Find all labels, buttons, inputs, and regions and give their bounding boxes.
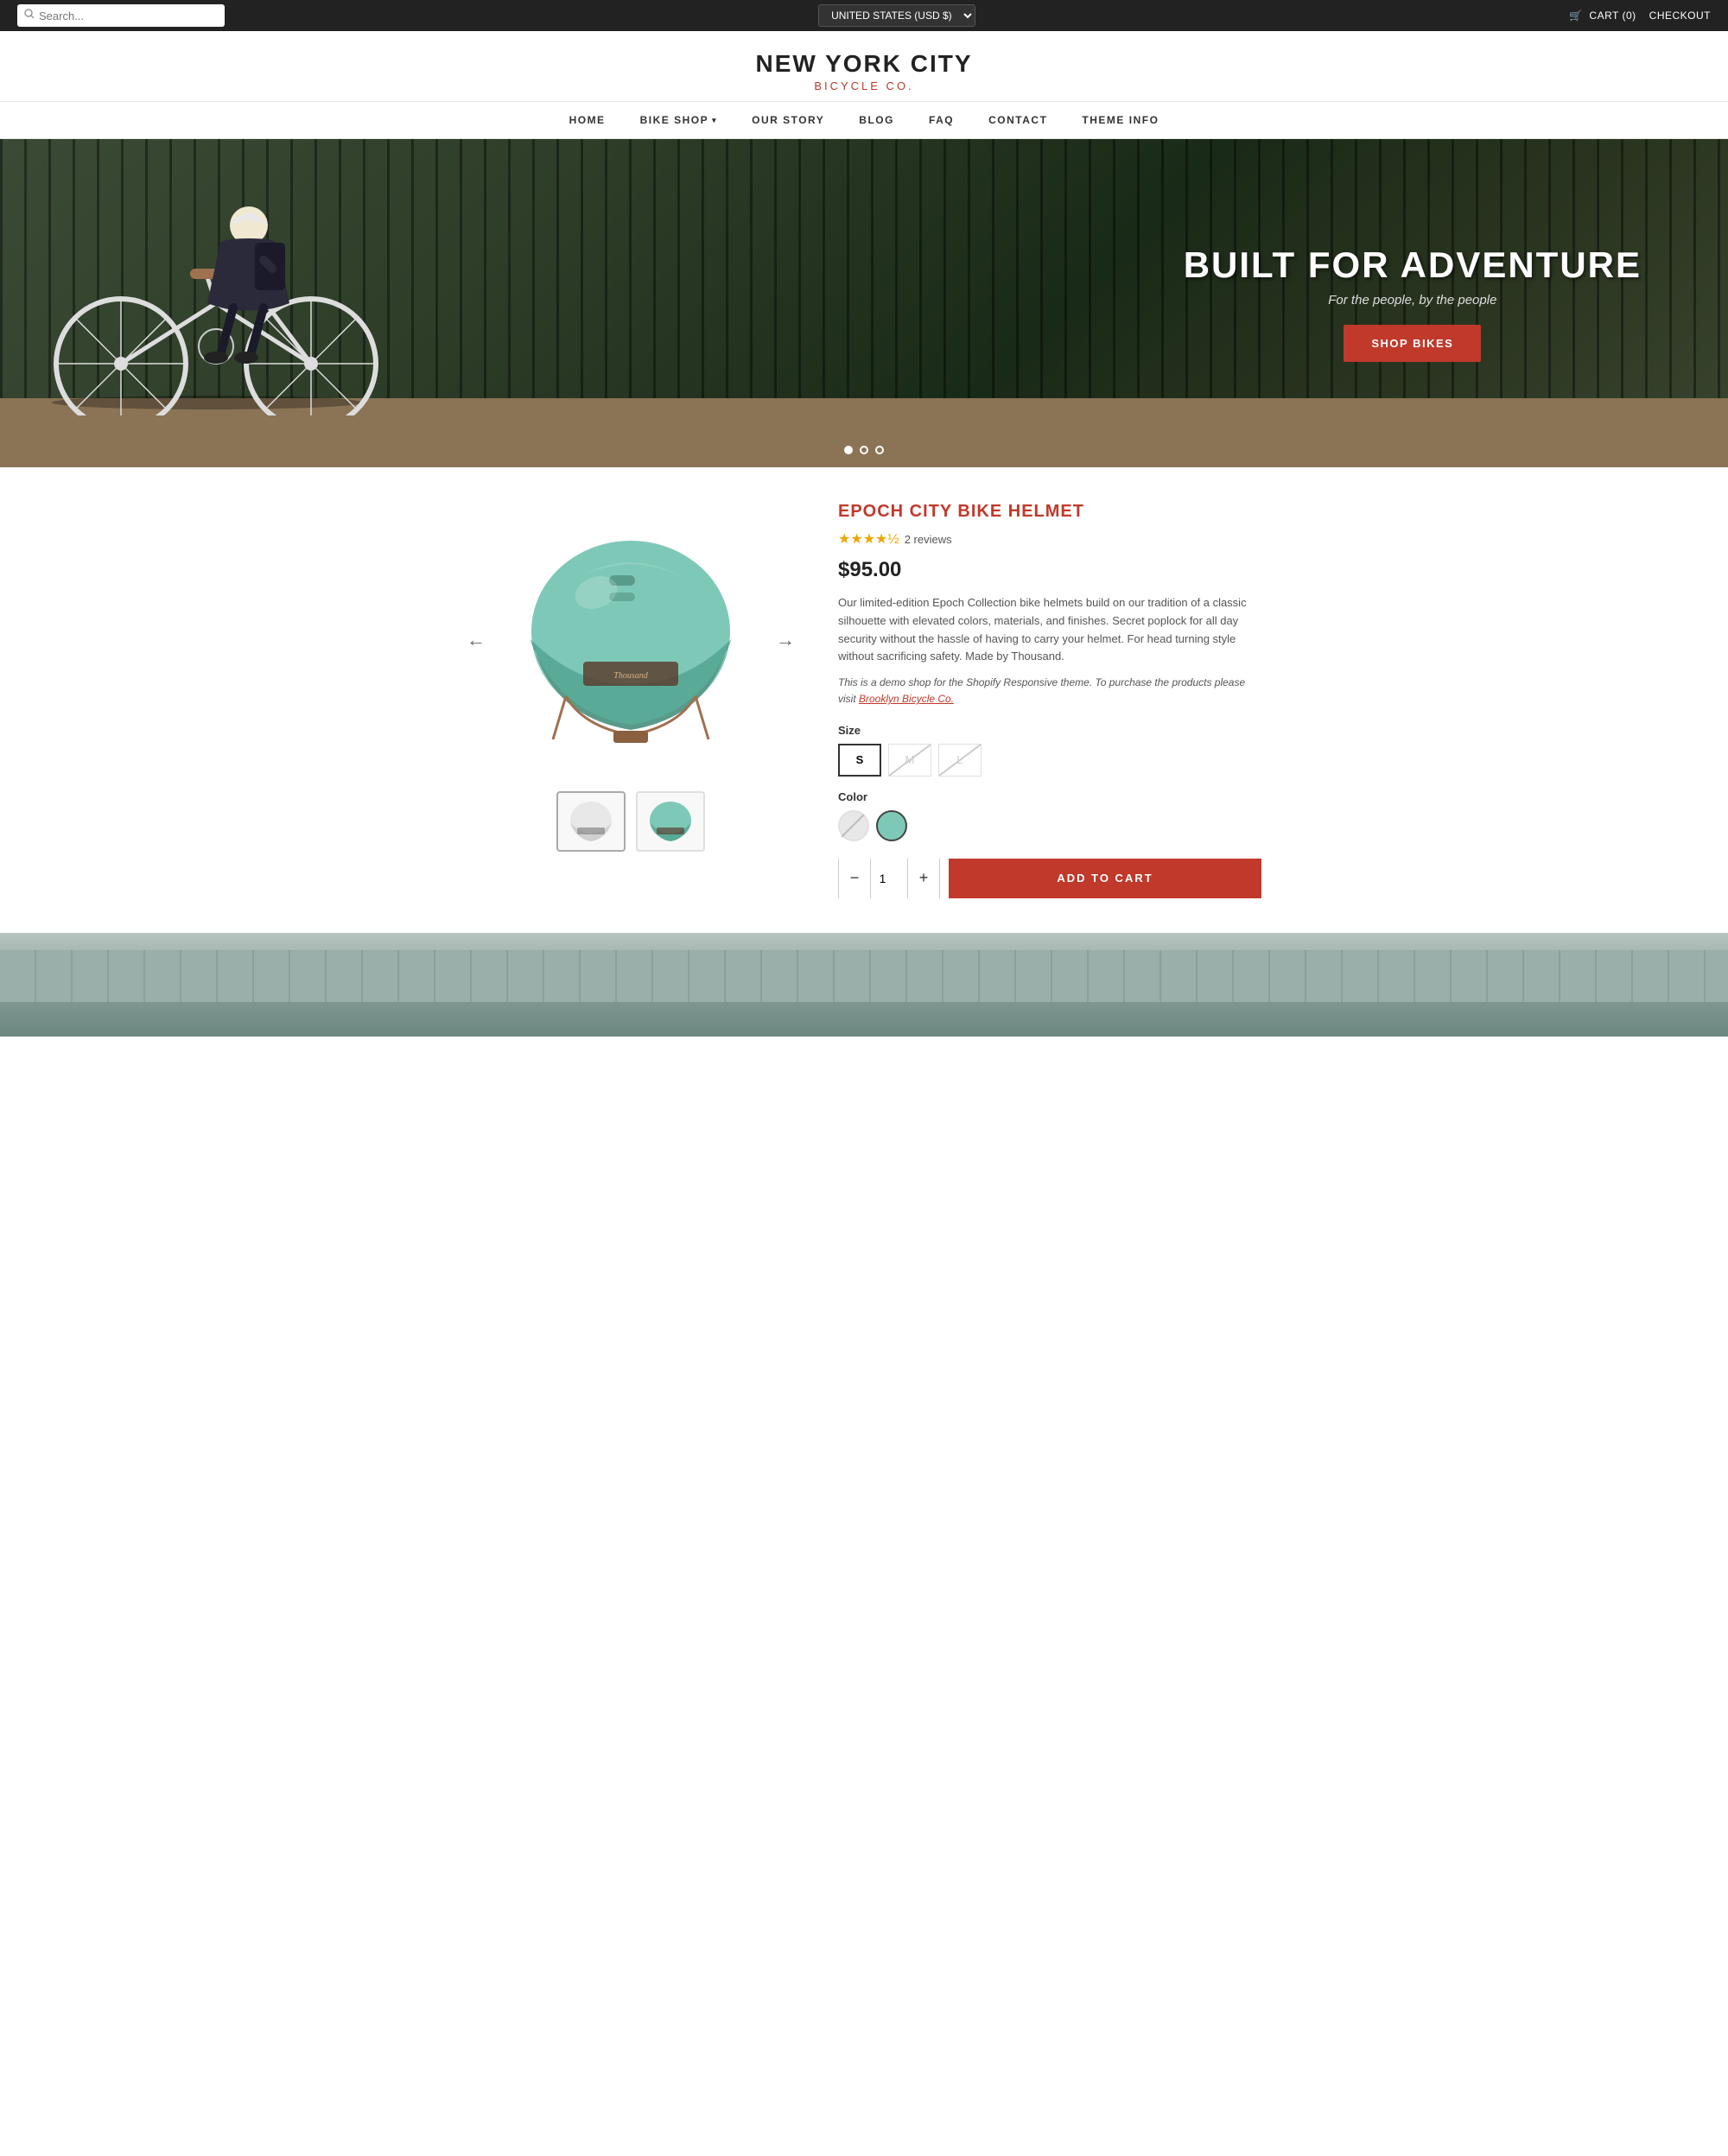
hero-dots <box>844 446 884 454</box>
product-main-image: ← Thousand <box>467 502 795 778</box>
hero-background: BUILT FOR ADVENTURE For the people, by t… <box>0 139 1728 467</box>
size-label: Size <box>838 724 1261 737</box>
star-rating: ★★★★½ <box>838 530 899 548</box>
nav-item-blog[interactable]: BLOG <box>842 102 912 138</box>
top-bar: UNITED STATES (USD $) 🛒 CART (0) CHECKOU… <box>0 0 1728 31</box>
product-title: EPOCH CITY BIKE HELMET <box>838 502 1261 522</box>
color-swatch-mint[interactable] <box>876 810 907 841</box>
thumb-white-helmet[interactable] <box>556 791 626 852</box>
add-to-cart-row: − + ADD TO CART <box>838 859 1261 898</box>
color-swatch-white[interactable] <box>838 810 869 841</box>
size-btn-m[interactable]: M <box>888 744 931 777</box>
cart-link[interactable]: 🛒 CART (0) <box>1569 10 1636 22</box>
checkout-link[interactable]: CHECKOUT <box>1649 10 1711 22</box>
hero-dot-2[interactable] <box>860 446 868 454</box>
nav-item-faq[interactable]: FAQ <box>912 102 971 138</box>
gallery-thumbnails <box>467 791 795 852</box>
nav-item-our-story[interactable]: OUR STORY <box>734 102 842 138</box>
gallery-prev-button[interactable]: ← <box>467 629 486 651</box>
reviews-count: 2 reviews <box>905 533 952 546</box>
hero-bike-illustration <box>35 156 397 415</box>
svg-text:Thousand: Thousand <box>613 671 648 681</box>
hero-title: BUILT FOR ADVENTURE <box>1184 244 1642 286</box>
product-rating: ★★★★½ 2 reviews <box>838 530 1261 548</box>
size-btn-l[interactable]: L <box>938 744 982 777</box>
search-icon <box>24 8 35 23</box>
nav-item-contact[interactable]: CONTACT <box>971 102 1064 138</box>
shop-bikes-button[interactable]: SHOP BIKES <box>1344 325 1481 362</box>
quantity-decrease-button[interactable]: − <box>839 859 870 898</box>
cart-icon: 🛒 <box>1569 10 1582 22</box>
gallery-next-button[interactable]: → <box>776 629 795 651</box>
hero-text-area: BUILT FOR ADVENTURE For the people, by t… <box>1184 244 1642 362</box>
size-options: S M L <box>838 744 1261 777</box>
search-form[interactable] <box>17 4 225 27</box>
brooklyn-bicycle-link[interactable]: Brooklyn Bicycle Co. <box>859 693 954 705</box>
footer-image-strip <box>0 933 1728 1037</box>
size-btn-s[interactable]: S <box>838 744 881 777</box>
nav-item-home[interactable]: HOME <box>552 102 623 138</box>
brand-tagline: BICYCLE CO. <box>17 79 1711 92</box>
chevron-down-icon: ▾ <box>712 116 717 125</box>
quantity-controls: − + <box>838 859 940 898</box>
hero-subtitle: For the people, by the people <box>1184 293 1642 308</box>
product-description: Our limited-edition Epoch Collection bik… <box>838 594 1261 666</box>
quantity-increase-button[interactable]: + <box>908 859 939 898</box>
hero-section: BUILT FOR ADVENTURE For the people, by t… <box>0 139 1728 467</box>
search-input[interactable] <box>39 10 218 22</box>
brand-name: NEW YORK CITY <box>17 50 1711 78</box>
product-price: $95.00 <box>838 558 1261 582</box>
nav-item-bike-shop[interactable]: BIKE SHOP ▾ <box>623 102 735 138</box>
product-demo-note: This is a demo shop for the Shopify Resp… <box>838 675 1261 707</box>
quantity-input[interactable] <box>870 859 908 898</box>
hero-dot-3[interactable] <box>875 446 884 454</box>
thumb-mint-helmet[interactable] <box>636 791 705 852</box>
main-nav: HOME BIKE SHOP ▾ OUR STORY BLOG FAQ CONT… <box>0 101 1728 139</box>
product-info: EPOCH CITY BIKE HELMET ★★★★½ 2 reviews $… <box>838 502 1261 898</box>
add-to-cart-button[interactable]: ADD TO CART <box>949 859 1261 898</box>
helmet-illustration: Thousand <box>514 528 747 752</box>
site-header: NEW YORK CITY BICYCLE CO. <box>0 31 1728 101</box>
currency-select[interactable]: UNITED STATES (USD $) <box>818 4 975 27</box>
product-section: ← Thousand <box>449 502 1279 898</box>
hero-dot-1[interactable] <box>844 446 853 454</box>
top-bar-right: 🛒 CART (0) CHECKOUT <box>1569 10 1711 22</box>
product-gallery: ← Thousand <box>467 502 795 898</box>
color-options <box>838 810 1261 841</box>
nav-item-theme-info[interactable]: THEME INFO <box>1064 102 1176 138</box>
color-label: Color <box>838 790 1261 803</box>
